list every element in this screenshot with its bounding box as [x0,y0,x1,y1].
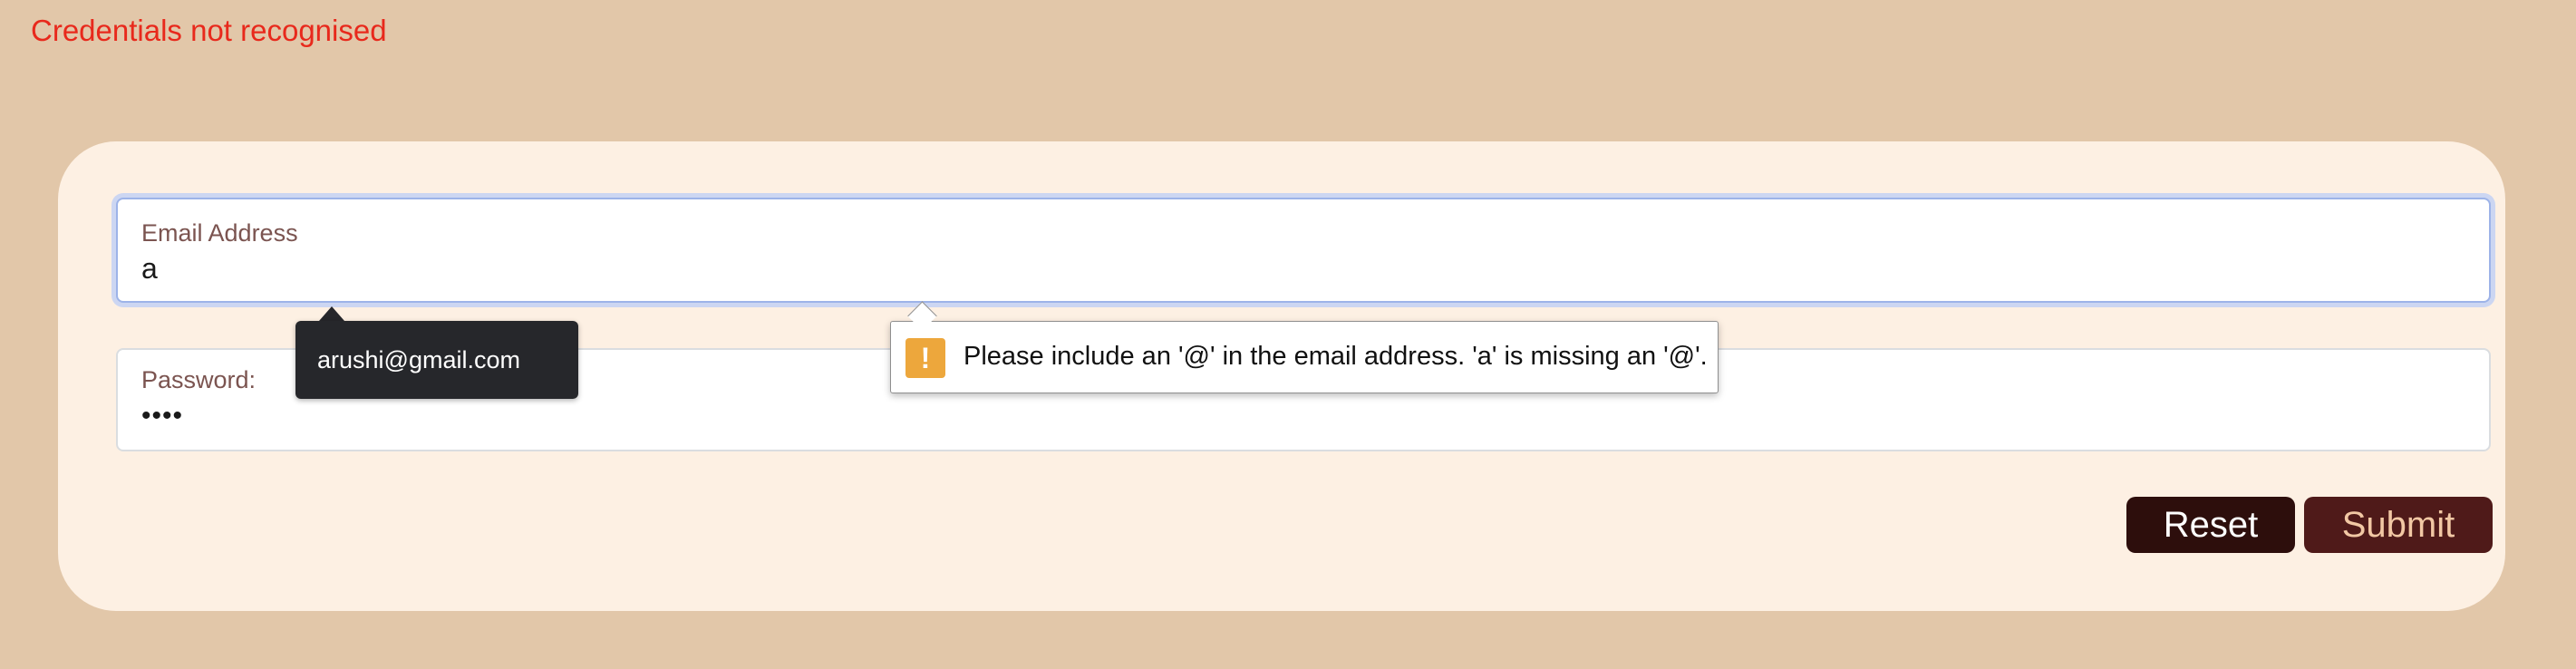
password-label: Password: [141,366,257,393]
warning-icon: ! [905,338,945,378]
error-message: Credentials not recognised [31,14,387,47]
reset-button[interactable]: Reset [2126,497,2295,553]
autocomplete-dropdown: arushi@gmail.com [295,321,578,399]
email-field[interactable]: Email Address a [116,198,2491,303]
autocomplete-caret [319,306,344,321]
submit-button[interactable]: Submit [2304,497,2493,553]
validation-message: Please include an '@' in the email addre… [964,342,1708,371]
email-input[interactable]: a [141,252,158,286]
email-label: Email Address [141,219,298,247]
password-input[interactable]: •••• [141,401,183,431]
autocomplete-suggestion[interactable]: arushi@gmail.com [317,346,520,374]
validation-tooltip: ! Please include an '@' in the email add… [890,321,1719,393]
